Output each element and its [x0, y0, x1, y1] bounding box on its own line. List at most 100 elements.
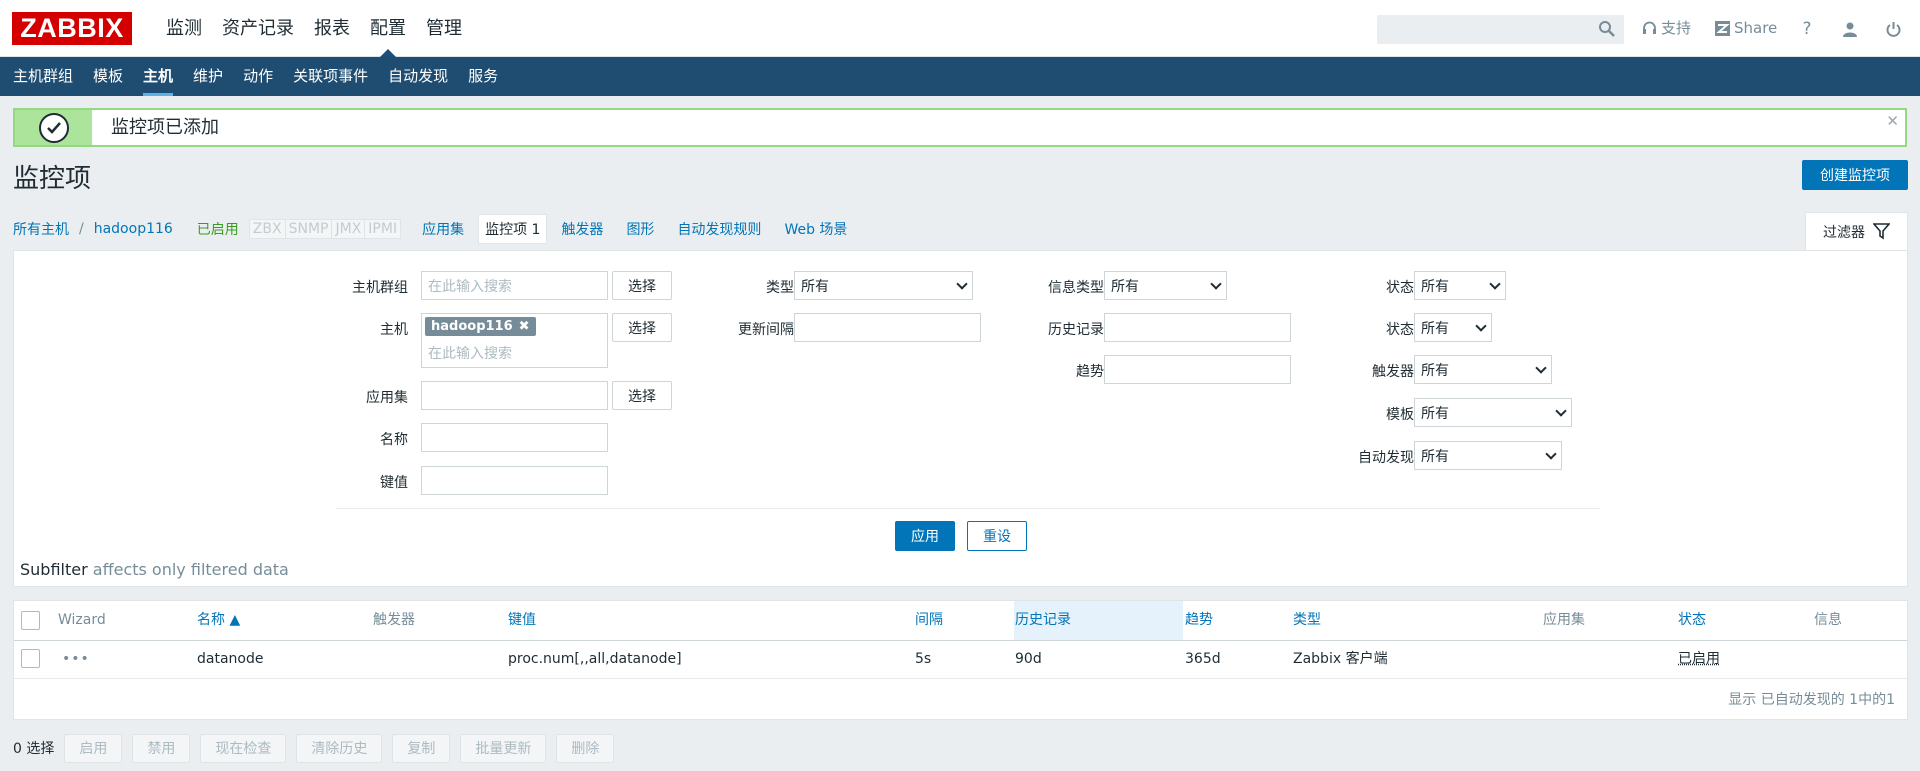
col-history[interactable]: 历史记录 [1015, 601, 1071, 640]
state-select[interactable]: 所有 [1414, 271, 1506, 300]
check-now-button[interactable]: 现在检查 [200, 733, 287, 763]
page-title: 监控项 [13, 164, 92, 194]
filter-tab-label: 过滤器 [1823, 224, 1865, 241]
col-key[interactable]: 键值 [508, 601, 536, 640]
host-select-button[interactable]: 选择 [612, 313, 672, 342]
chevron-down-icon [1475, 319, 1487, 332]
support-label: 支持 [1661, 19, 1692, 37]
status-select[interactable]: 所有 [1414, 313, 1492, 342]
template-label: 模板 [1386, 407, 1414, 423]
type-select[interactable]: 所有 [794, 271, 973, 300]
sign-out-icon[interactable] [1880, 16, 1906, 42]
tab-graphs[interactable]: 图形 [626, 219, 654, 239]
host-multiselect[interactable]: hadoop116 ✖ 在此输入搜索 [421, 313, 608, 368]
template-select[interactable]: 所有 [1414, 398, 1572, 427]
history-input[interactable] [1104, 313, 1291, 342]
clear-history-button[interactable]: 清除历史 [296, 733, 383, 763]
nav-monitoring[interactable]: 监测 [156, 0, 212, 57]
name-label: 名称 [380, 432, 408, 448]
item-status-toggle[interactable]: 已启用 [1678, 641, 1720, 678]
application-input[interactable] [421, 381, 608, 410]
col-interval[interactable]: 间隔 [915, 601, 943, 640]
state-value: 所有 [1421, 278, 1449, 295]
tab-triggers[interactable]: 触发器 [561, 219, 603, 239]
col-trends[interactable]: 趋势 [1185, 601, 1213, 640]
share-link[interactable]: Share [1715, 15, 1777, 42]
host-group-select-button[interactable]: 选择 [612, 271, 672, 300]
delete-button[interactable]: 删除 [556, 733, 615, 763]
zabbix-logo[interactable]: ZABBIX [12, 12, 132, 45]
apply-button[interactable]: 应用 [895, 521, 955, 551]
top-header: ZABBIX 监测 资产记录 报表 配置 管理 支持 Share ? [0, 0, 1920, 57]
filter-tab[interactable]: 过滤器 [1805, 212, 1908, 250]
tab-applications[interactable]: 应用集 [422, 219, 464, 239]
col-type[interactable]: 类型 [1293, 601, 1321, 640]
nav-inventory[interactable]: 资产记录 [212, 0, 304, 57]
subnav-host-groups[interactable]: 主机群组 [3, 57, 83, 96]
user-profile-icon[interactable] [1837, 16, 1863, 42]
help-icon[interactable]: ? [1794, 16, 1820, 42]
host-group-label: 主机群组 [352, 280, 408, 296]
interval-input[interactable] [794, 313, 981, 342]
col-name[interactable]: 名称 ▲ [197, 601, 240, 640]
discovery-value: 所有 [1421, 448, 1449, 465]
filter-panel: 主机群组 在此输入搜索 选择 主机 hadoop116 ✖ 在此输入搜索 选择 … [13, 250, 1908, 587]
wizard-menu-icon[interactable]: ••• [62, 641, 90, 678]
enable-button[interactable]: 启用 [64, 733, 123, 763]
nav-administration[interactable]: 管理 [416, 0, 472, 57]
key-input[interactable] [421, 466, 608, 495]
tab-discovery-rules[interactable]: 自动发现规则 [677, 219, 761, 239]
status-label: 状态 [1386, 322, 1414, 338]
subnav-hosts[interactable]: 主机 [133, 57, 183, 96]
support-link[interactable]: 支持 [1642, 15, 1691, 42]
discovery-label: 自动发现 [1358, 450, 1414, 466]
subnav-event-correlation[interactable]: 关联项事件 [283, 57, 378, 96]
application-select-button[interactable]: 选择 [612, 381, 672, 410]
breadcrumb-all-hosts[interactable]: 所有主机 [13, 219, 69, 239]
state-label: 状态 [1386, 280, 1414, 296]
breadcrumb-host[interactable]: hadoop116 [94, 221, 173, 237]
reset-button[interactable]: 重设 [967, 521, 1027, 551]
subnav-maintenance[interactable]: 维护 [183, 57, 233, 96]
subnav-templates[interactable]: 模板 [83, 57, 133, 96]
col-wizard: Wizard [58, 612, 106, 628]
nav-reports[interactable]: 报表 [304, 0, 360, 57]
create-item-button[interactable]: 创建监控项 [1802, 160, 1908, 190]
search-icon[interactable] [1598, 20, 1616, 38]
host-group-input[interactable]: 在此输入搜索 [421, 271, 608, 300]
nav-configuration[interactable]: 配置 [360, 0, 416, 57]
application-label: 应用集 [366, 390, 408, 406]
host-tag[interactable]: hadoop116 ✖ [425, 317, 536, 336]
chevron-down-icon [1210, 277, 1222, 290]
disable-button[interactable]: 禁用 [132, 733, 191, 763]
subnav-services[interactable]: 服务 [458, 57, 508, 96]
item-type: Zabbix 客户端 [1293, 651, 1388, 667]
tab-items[interactable]: 监控项 1 [478, 214, 548, 244]
triggers-select[interactable]: 所有 [1414, 355, 1552, 384]
select-all-checkbox[interactable] [21, 611, 40, 630]
mass-update-button[interactable]: 批量更新 [460, 733, 547, 763]
remove-tag-icon[interactable]: ✖ [519, 319, 530, 334]
header-divider [14, 640, 1907, 641]
copy-button[interactable]: 复制 [392, 733, 451, 763]
col-triggers: 触发器 [373, 612, 415, 628]
close-icon[interactable]: ✕ [1886, 112, 1899, 130]
discovery-select[interactable]: 所有 [1414, 441, 1562, 470]
share-logo-icon [1715, 21, 1730, 36]
row-checkbox[interactable] [21, 649, 40, 668]
item-name-link[interactable]: datanode [197, 641, 263, 678]
badge-jmx: JMX [331, 219, 366, 239]
col-status[interactable]: 状态 [1678, 601, 1706, 640]
subnav-actions[interactable]: 动作 [233, 57, 283, 96]
name-input[interactable] [421, 423, 608, 452]
subnav-discovery[interactable]: 自动发现 [378, 57, 458, 96]
chevron-down-icon [956, 277, 968, 290]
badge-zbx: ZBX [248, 219, 286, 239]
tab-web-scenarios[interactable]: Web 场景 [784, 219, 847, 239]
info-type-select[interactable]: 所有 [1104, 271, 1227, 300]
row-divider [14, 678, 1907, 679]
col-applications: 应用集 [1543, 612, 1585, 628]
global-search-input[interactable] [1377, 15, 1624, 44]
filter-divider [336, 508, 1600, 509]
trends-input[interactable] [1104, 355, 1291, 384]
